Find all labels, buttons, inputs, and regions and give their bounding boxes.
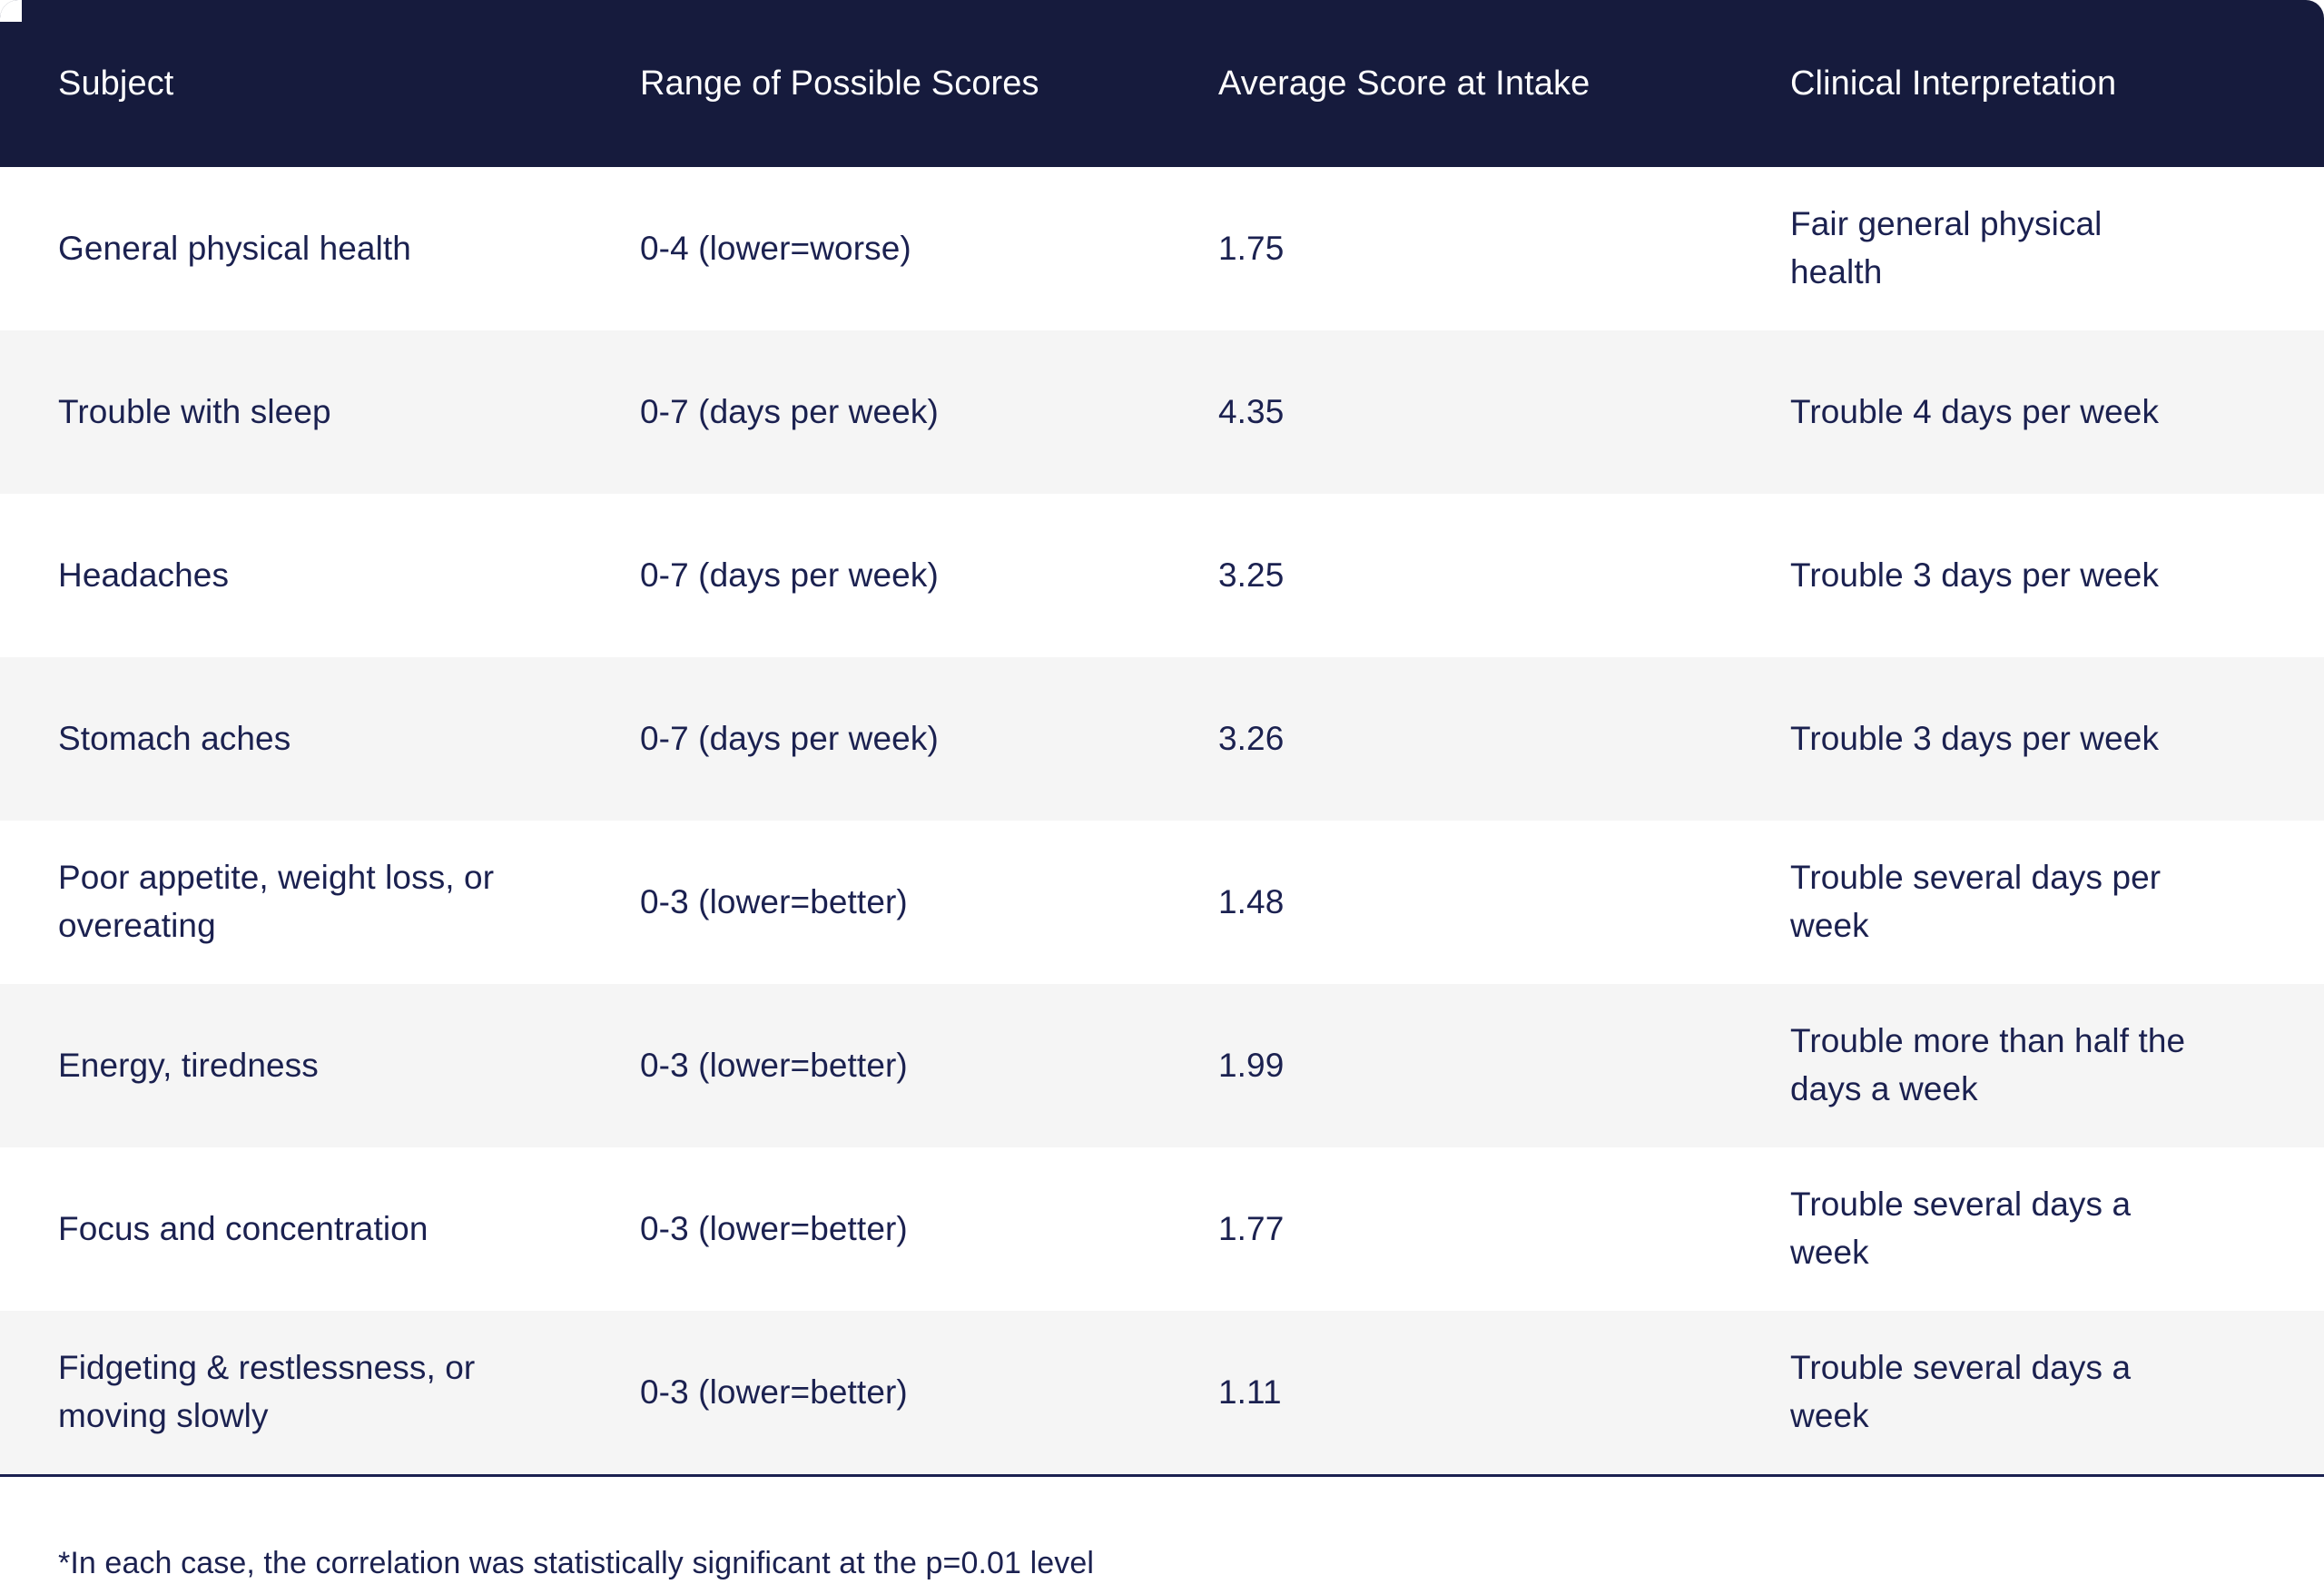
header-row: Subject Range of Possible Scores Average… — [0, 0, 2324, 167]
cell-average-text: 4.35 — [1176, 389, 1757, 437]
table-row: Trouble with sleep0-7 (days per week)4.3… — [0, 330, 2324, 494]
table-row: Focus and concentration0-3 (lower=better… — [0, 1147, 2324, 1311]
cell-subject-text: Poor appetite, weight loss, or overeatin… — [0, 854, 590, 950]
cell-clinical: Fair general physical health — [1757, 167, 2324, 330]
cell-subject-text: Headaches — [0, 552, 590, 600]
cell-range-text: 0-3 (lower=better) — [590, 1042, 1176, 1090]
cell-range-text: 0-3 (lower=better) — [590, 1205, 1176, 1254]
cell-subject-text: Focus and concentration — [0, 1205, 590, 1254]
cell-subject: General physical health — [0, 167, 590, 330]
cell-range: 0-3 (lower=better) — [590, 984, 1176, 1147]
table-row: Headaches0-7 (days per week)3.25Trouble … — [0, 494, 2324, 657]
cell-range-text: 0-7 (days per week) — [590, 715, 1176, 763]
cell-clinical-text: Trouble several days per week — [1757, 854, 2324, 950]
cell-average: 1.11 — [1176, 1311, 1757, 1476]
cell-average: 4.35 — [1176, 330, 1757, 494]
cell-range-text: 0-3 (lower=better) — [590, 879, 1176, 927]
cell-subject-text: Energy, tiredness — [0, 1042, 590, 1090]
cell-subject-text: Stomach aches — [0, 715, 590, 763]
table-row: Energy, tiredness0-3 (lower=better)1.99T… — [0, 984, 2324, 1147]
cell-average: 3.26 — [1176, 657, 1757, 821]
table-row: Stomach aches0-7 (days per week)3.26Trou… — [0, 657, 2324, 821]
cell-range: 0-4 (lower=worse) — [590, 167, 1176, 330]
cell-clinical: Trouble 3 days per week — [1757, 494, 2324, 657]
cell-subject-text: Trouble with sleep — [0, 389, 590, 437]
table-row: General physical health0-4 (lower=worse)… — [0, 167, 2324, 330]
cell-clinical-text: Trouble 4 days per week — [1757, 389, 2324, 437]
cell-subject: Trouble with sleep — [0, 330, 590, 494]
cell-average: 1.48 — [1176, 821, 1757, 984]
cell-subject: Energy, tiredness — [0, 984, 590, 1147]
cell-average-text: 3.26 — [1176, 715, 1757, 763]
cell-clinical: Trouble several days a week — [1757, 1311, 2324, 1476]
cell-clinical: Trouble 3 days per week — [1757, 657, 2324, 821]
cell-range-text: 0-7 (days per week) — [590, 552, 1176, 600]
intake-scores-table: Subject Range of Possible Scores Average… — [0, 0, 2324, 1477]
cell-average: 1.77 — [1176, 1147, 1757, 1311]
cell-average-text: 3.25 — [1176, 552, 1757, 600]
cell-average-text: 1.99 — [1176, 1042, 1757, 1090]
cell-clinical-text: Fair general physical health — [1757, 201, 2324, 296]
cell-average: 1.99 — [1176, 984, 1757, 1147]
cell-subject: Fidgeting & restlessness, or moving slow… — [0, 1311, 590, 1476]
cell-subject-text: General physical health — [0, 225, 590, 273]
cell-clinical-text: Trouble 3 days per week — [1757, 552, 2324, 600]
cell-subject-text: Fidgeting & restlessness, or moving slow… — [0, 1344, 590, 1440]
cell-range: 0-7 (days per week) — [590, 330, 1176, 494]
cell-clinical-text: Trouble several days a week — [1757, 1181, 2324, 1276]
cell-average-text: 1.75 — [1176, 225, 1757, 273]
column-header-average-label: Average Score at Intake — [1176, 63, 1757, 105]
cell-range: 0-7 (days per week) — [590, 657, 1176, 821]
cell-range: 0-3 (lower=better) — [590, 821, 1176, 984]
cell-range-text: 0-7 (days per week) — [590, 389, 1176, 437]
cell-range: 0-3 (lower=better) — [590, 1311, 1176, 1476]
cell-range: 0-3 (lower=better) — [590, 1147, 1176, 1311]
cell-subject: Focus and concentration — [0, 1147, 590, 1311]
cell-clinical-text: Trouble 3 days per week — [1757, 715, 2324, 763]
column-header-subject-label: Subject — [0, 63, 590, 105]
cell-average-text: 1.48 — [1176, 879, 1757, 927]
results-table-card: Subject Range of Possible Scores Average… — [0, 0, 2324, 1594]
cell-clinical: Trouble more than half the days a week — [1757, 984, 2324, 1147]
table-row: Poor appetite, weight loss, or overeatin… — [0, 821, 2324, 984]
cell-clinical-text: Trouble more than half the days a week — [1757, 1018, 2324, 1113]
cell-range-text: 0-3 (lower=better) — [590, 1369, 1176, 1417]
table-footnote: *In each case, the correlation was stati… — [0, 1477, 2324, 1586]
column-header-clinical-label: Clinical Interpretation — [1757, 63, 2324, 105]
cell-range-text: 0-4 (lower=worse) — [590, 225, 1176, 273]
column-header-clinical: Clinical Interpretation — [1757, 0, 2324, 167]
cell-average-text: 1.77 — [1176, 1205, 1757, 1254]
cell-range: 0-7 (days per week) — [590, 494, 1176, 657]
table-header: Subject Range of Possible Scores Average… — [0, 0, 2324, 167]
cell-average: 1.75 — [1176, 167, 1757, 330]
table-body: General physical health0-4 (lower=worse)… — [0, 167, 2324, 1476]
cell-clinical: Trouble several days a week — [1757, 1147, 2324, 1311]
column-header-range-label: Range of Possible Scores — [590, 63, 1176, 105]
cell-clinical: Trouble 4 days per week — [1757, 330, 2324, 494]
cell-subject: Poor appetite, weight loss, or overeatin… — [0, 821, 590, 984]
cell-clinical: Trouble several days per week — [1757, 821, 2324, 984]
column-header-average: Average Score at Intake — [1176, 0, 1757, 167]
column-header-range: Range of Possible Scores — [590, 0, 1176, 167]
cell-subject: Headaches — [0, 494, 590, 657]
cell-average-text: 1.11 — [1176, 1369, 1757, 1417]
column-header-subject: Subject — [0, 0, 590, 167]
cell-clinical-text: Trouble several days a week — [1757, 1344, 2324, 1440]
table-row: Fidgeting & restlessness, or moving slow… — [0, 1311, 2324, 1476]
cell-average: 3.25 — [1176, 494, 1757, 657]
cell-subject: Stomach aches — [0, 657, 590, 821]
